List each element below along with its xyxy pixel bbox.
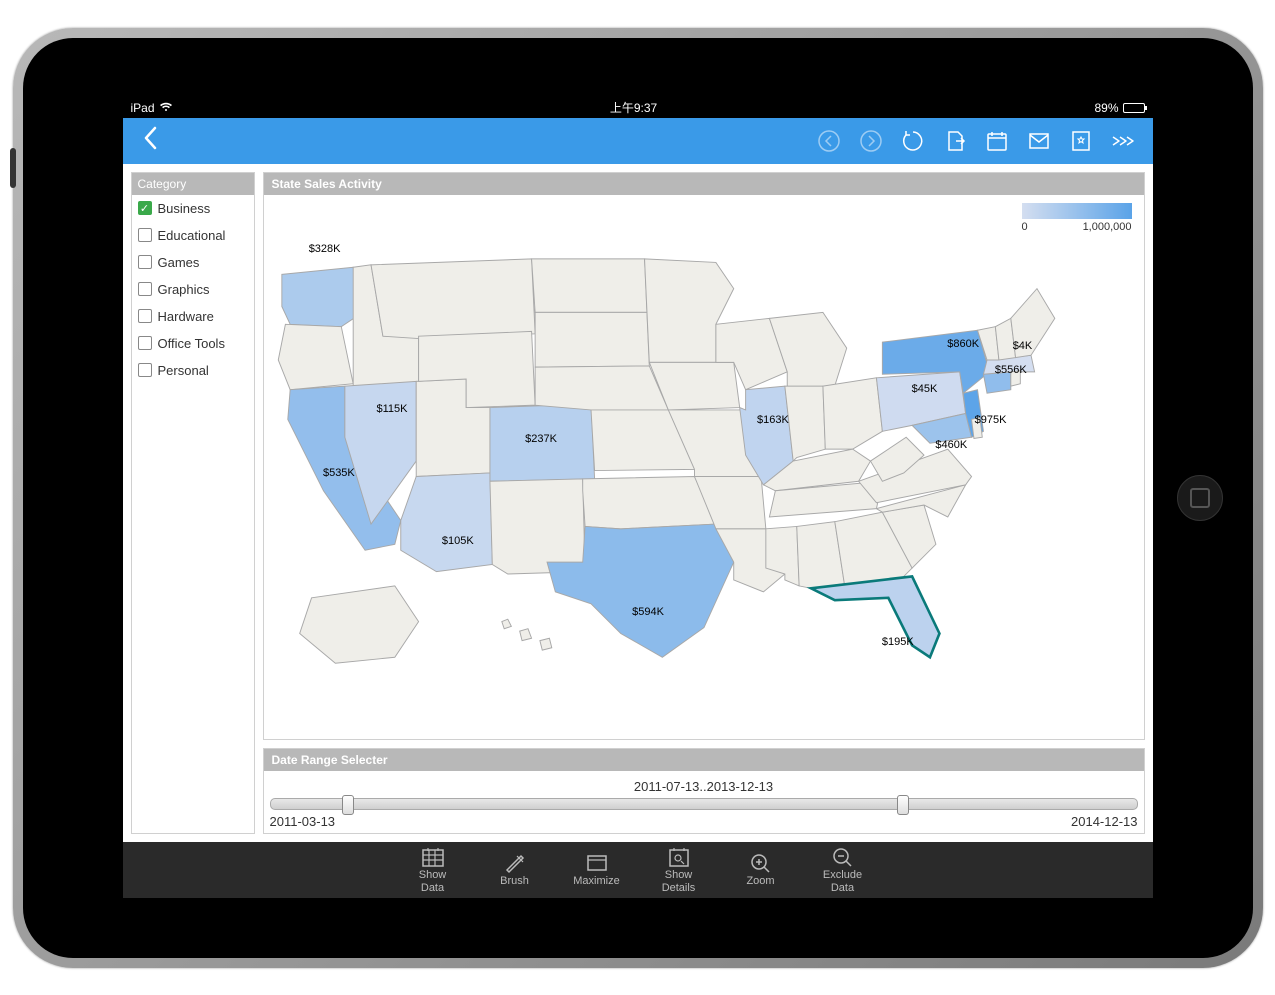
checkbox-icon[interactable]: ✓ <box>138 201 152 215</box>
zoom-in-icon <box>749 851 773 875</box>
state-south-dakota[interactable] <box>535 312 649 367</box>
legend-min: 0 <box>1022 221 1028 233</box>
map-panel-title: State Sales Activity <box>264 173 1144 195</box>
state-oregon[interactable] <box>278 324 353 389</box>
state-michigan[interactable] <box>769 312 846 393</box>
state-north-dakota[interactable] <box>531 258 646 312</box>
export-icon[interactable] <box>937 123 973 159</box>
history-forward-icon[interactable] <box>853 123 889 159</box>
tool-label: Zoom <box>746 875 774 887</box>
back-button[interactable] <box>135 125 167 157</box>
history-back-icon[interactable] <box>811 123 847 159</box>
calendar-icon[interactable] <box>979 123 1015 159</box>
exclude-data-button[interactable]: ExcludeData <box>813 845 873 893</box>
clock: 上午9:37 <box>173 99 1095 116</box>
battery-icon <box>1123 103 1145 113</box>
state-washington[interactable] <box>281 267 358 326</box>
state-oklahoma[interactable] <box>582 476 715 528</box>
state-arizona[interactable] <box>400 472 492 571</box>
maximize-icon <box>585 851 609 875</box>
legend-gradient <box>1022 203 1132 219</box>
carrier-label: iPad <box>131 101 155 115</box>
maximize-button[interactable]: Maximize <box>567 851 627 887</box>
state-connecticut[interactable] <box>983 371 1010 392</box>
date-handle-end[interactable] <box>897 795 909 815</box>
sidebar-item-label: Office Tools <box>158 336 225 351</box>
sidebar-header: Category <box>132 173 254 195</box>
main-panels: State Sales Activity 0 1,000,000 $328K$1… <box>263 172 1145 834</box>
sidebar-item-label: Business <box>158 201 211 216</box>
show-details-button[interactable]: ShowDetails <box>649 845 709 893</box>
sidebar-item-label: Hardware <box>158 309 214 324</box>
sidebar-item-label: Graphics <box>158 282 210 297</box>
mail-icon[interactable] <box>1021 123 1057 159</box>
checkbox-icon[interactable] <box>138 363 152 377</box>
state-ohio[interactable] <box>822 377 881 448</box>
date-range-label: 2011-07-13..2013-12-13 <box>270 779 1138 794</box>
legend-max: 1,000,000 <box>1083 221 1132 233</box>
refresh-icon[interactable] <box>895 123 931 159</box>
home-button[interactable] <box>1177 475 1223 521</box>
us-map[interactable]: 0 1,000,000 $328K$115K$535K$105K$237K$59… <box>264 195 1144 739</box>
bottom-toolbar: ShowData Brush Maximize ShowDetails Zoom Excl… <box>123 842 1153 898</box>
checkbox-icon[interactable] <box>138 282 152 296</box>
sidebar-item-graphics[interactable]: Graphics <box>132 276 254 303</box>
more-icon[interactable] <box>1105 123 1141 159</box>
state-delaware[interactable] <box>971 417 982 438</box>
ipad-device-frame: iPad 上午9:37 89% <box>13 28 1263 968</box>
state-florida[interactable] <box>811 576 939 657</box>
table-icon <box>421 845 445 869</box>
battery-pct: 89% <box>1094 101 1118 115</box>
date-max: 2014-12-13 <box>1071 814 1138 829</box>
date-range-panel: Date Range Selecter 2011-07-13..2013-12-… <box>263 748 1145 834</box>
tool-label: ExcludeData <box>823 869 862 893</box>
tool-label: ShowDetails <box>662 869 696 893</box>
brush-icon <box>503 851 527 875</box>
bookmark-icon[interactable] <box>1063 123 1099 159</box>
state-maine[interactable] <box>1010 288 1054 357</box>
sidebar-item-label: Personal <box>158 363 209 378</box>
tool-label: Brush <box>500 875 529 887</box>
sidebar-item-games[interactable]: Games <box>132 249 254 276</box>
date-panel-title: Date Range Selecter <box>264 749 1144 771</box>
state-hawaii[interactable] <box>501 619 551 650</box>
checkbox-icon[interactable] <box>138 309 152 323</box>
zoom-button[interactable]: Zoom <box>731 851 791 887</box>
checkbox-icon[interactable] <box>138 228 152 242</box>
tool-label: Maximize <box>573 875 619 887</box>
checkbox-icon[interactable] <box>138 336 152 350</box>
state-montana[interactable] <box>371 258 535 338</box>
sidebar-item-educational[interactable]: Educational <box>132 222 254 249</box>
sidebar-item-office-tools[interactable]: Office Tools <box>132 330 254 357</box>
status-bar: iPad 上午9:37 89% <box>123 98 1153 118</box>
sidebar-item-personal[interactable]: Personal <box>132 357 254 384</box>
zoom-out-icon <box>831 845 855 869</box>
state-rhode-island[interactable] <box>1010 370 1020 385</box>
side-switch <box>10 148 16 188</box>
state-nebraska[interactable] <box>535 365 668 409</box>
date-handle-start[interactable] <box>342 795 354 815</box>
content-area: Category ✓ Business Educational Games Graphi… <box>123 164 1153 842</box>
screen: iPad 上午9:37 89% <box>123 98 1153 898</box>
details-icon <box>667 845 691 869</box>
state-alaska[interactable] <box>299 585 418 662</box>
checkbox-icon[interactable] <box>138 255 152 269</box>
category-sidebar: Category ✓ Business Educational Games Graphi… <box>131 172 255 834</box>
sidebar-item-label: Educational <box>158 228 226 243</box>
show-data-button[interactable]: ShowData <box>403 845 463 893</box>
wifi-icon <box>159 101 173 115</box>
top-toolbar <box>123 118 1153 164</box>
date-slider[interactable] <box>270 798 1138 810</box>
tool-label: ShowData <box>419 869 447 893</box>
map-legend: 0 1,000,000 <box>1022 203 1132 233</box>
sidebar-item-hardware[interactable]: Hardware <box>132 303 254 330</box>
sidebar-item-business[interactable]: ✓ Business <box>132 195 254 222</box>
date-min: 2011-03-13 <box>270 814 336 829</box>
state-new-mexico[interactable] <box>489 478 584 573</box>
brush-button[interactable]: Brush <box>485 851 545 887</box>
map-panel: State Sales Activity 0 1,000,000 $328K$1… <box>263 172 1145 740</box>
sidebar-item-label: Games <box>158 255 200 270</box>
state-colorado[interactable] <box>489 403 594 480</box>
